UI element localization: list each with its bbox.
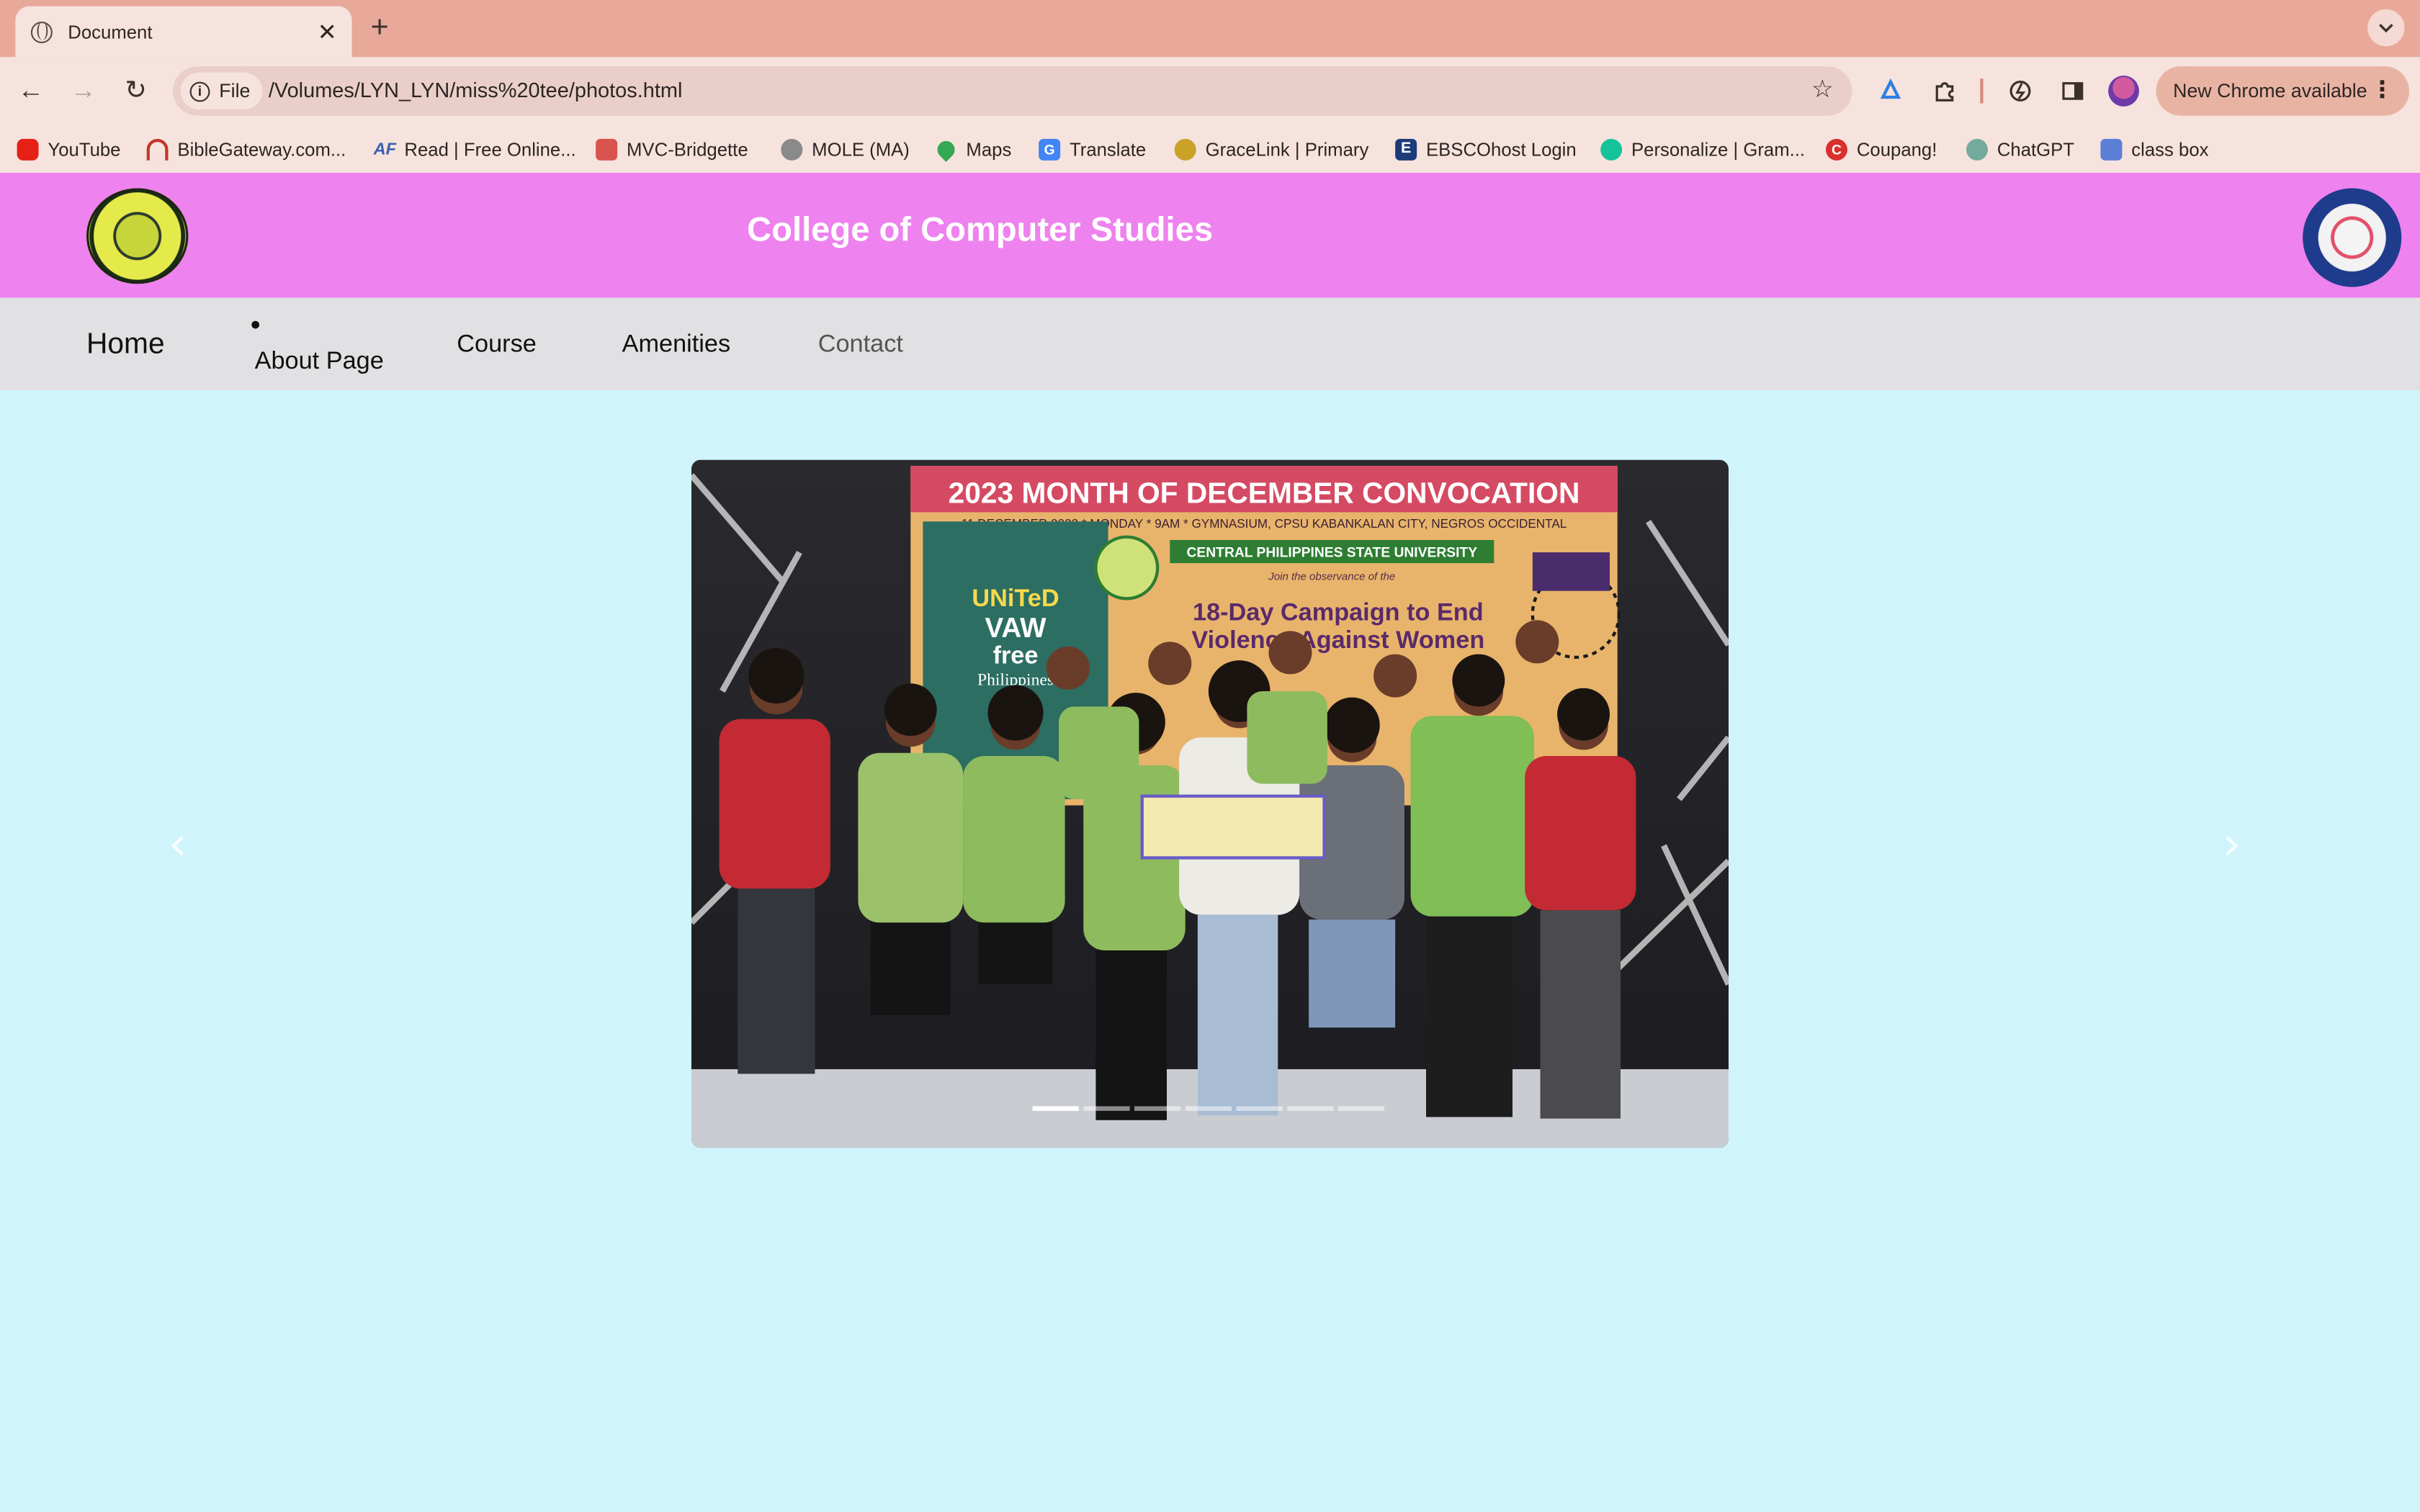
bookmark-label: Personalize | Gram... bbox=[1631, 138, 1806, 160]
bookmark-grammarly[interactable]: Personalize | Gram... bbox=[1600, 136, 1805, 162]
banner-org: CENTRAL PHILIPPINES STATE UNIVERSITY bbox=[1187, 546, 1478, 561]
update-chrome-button[interactable]: New Chrome available ⋮ bbox=[2156, 66, 2409, 116]
carousel-indicator-2[interactable] bbox=[1083, 1106, 1130, 1111]
carousel-indicator-5[interactable] bbox=[1236, 1106, 1283, 1111]
address-bar[interactable]: i File /Volumes/LYN_LYN/miss%20tee/photo… bbox=[173, 66, 1852, 116]
poster-text-3: free bbox=[993, 642, 1039, 669]
bookmark-label: MOLE (MA) bbox=[812, 138, 910, 160]
af-icon: AF bbox=[373, 139, 397, 158]
toolbar-separator bbox=[1980, 78, 1983, 104]
globe-icon bbox=[30, 20, 53, 42]
carousel-indicator-7[interactable] bbox=[1337, 1106, 1385, 1111]
banner-title: 2023 MONTH OF DECEMBER CONVOCATION bbox=[949, 477, 1580, 510]
tab-strip: Document ✕ + bbox=[0, 0, 2420, 58]
ebsco-icon: E bbox=[1395, 138, 1417, 160]
photo-carousel: 2023 MONTH OF DECEMBER CONVOCATION 11 DE… bbox=[691, 459, 1729, 1148]
bookmark-gracelink[interactable]: GraceLink | Primary bbox=[1174, 136, 1369, 162]
reload-button[interactable]: ↻ bbox=[116, 71, 156, 112]
biblegateway-icon bbox=[146, 138, 169, 160]
banner-join: Join the observance of the bbox=[1268, 571, 1395, 583]
back-button[interactable]: ← bbox=[11, 71, 51, 112]
maps-pin-icon bbox=[933, 136, 959, 161]
carousel-indicators bbox=[1032, 1106, 1385, 1111]
bookmark-label: MVC-Bridgette bbox=[627, 138, 748, 160]
tab-close-button[interactable]: ✕ bbox=[315, 18, 339, 45]
bookmark-youtube[interactable]: YouTube bbox=[17, 136, 121, 162]
coupang-icon: C bbox=[1826, 138, 1847, 160]
grammarly-icon bbox=[1600, 138, 1623, 160]
bookmarks-bar: YouTube BibleGateway.com... AF Read | Fr… bbox=[0, 125, 2420, 173]
bookmark-mole[interactable]: MOLE (MA) bbox=[781, 136, 910, 162]
site-header: College of Computer Studies bbox=[0, 173, 2420, 298]
nav-course[interactable]: Course bbox=[457, 332, 537, 360]
nav-about[interactable]: About Page bbox=[255, 348, 384, 377]
bookmark-label: GraceLink | Primary bbox=[1205, 138, 1369, 160]
site-info-chip[interactable]: i File bbox=[180, 72, 263, 110]
carousel-indicator-4[interactable] bbox=[1185, 1106, 1232, 1111]
more-menu-icon[interactable]: ⋮ bbox=[2370, 66, 2393, 116]
bookmark-label: BibleGateway.com... bbox=[177, 138, 346, 160]
nav-home[interactable]: Home bbox=[86, 328, 165, 362]
bookmark-translate[interactable]: G Translate bbox=[1039, 136, 1146, 162]
bookmark-star-icon[interactable]: ☆ bbox=[1811, 66, 1834, 116]
list-bullet bbox=[251, 320, 259, 329]
carousel-slide-image: 2023 MONTH OF DECEMBER CONVOCATION 11 DE… bbox=[691, 459, 1729, 1148]
bookmark-mvc-bridgette[interactable]: MVC-Bridgette bbox=[596, 136, 748, 162]
nav-amenities[interactable]: Amenities bbox=[622, 332, 731, 360]
chatgpt-icon bbox=[1966, 138, 1988, 160]
info-icon: i bbox=[189, 81, 210, 102]
carousel-indicator-3[interactable] bbox=[1134, 1106, 1181, 1111]
carousel-indicator-1[interactable] bbox=[1032, 1106, 1079, 1111]
site-title: College of Computer Studies bbox=[747, 210, 1214, 248]
url-text[interactable]: /Volumes/LYN_LYN/miss%20tee/photos.html bbox=[269, 66, 683, 116]
poster-text-1: UNiTeD bbox=[972, 585, 1059, 612]
forward-button[interactable]: → bbox=[63, 71, 104, 112]
bookmark-label: class box bbox=[2131, 138, 2209, 160]
bookmark-label: YouTube bbox=[48, 138, 121, 160]
classbox-icon bbox=[2100, 138, 2123, 160]
bookmark-label: Translate bbox=[1070, 138, 1147, 160]
mole-icon bbox=[781, 138, 803, 160]
bookmark-label: EBSCOhost Login bbox=[1425, 138, 1577, 160]
translate-icon: G bbox=[1039, 138, 1061, 160]
chevron-down-icon[interactable] bbox=[2367, 9, 2405, 47]
bookmark-coupang[interactable]: C Coupang! bbox=[1826, 136, 1937, 162]
poster-text-2: VAW bbox=[985, 613, 1047, 644]
carousel-next-icon[interactable]: › bbox=[2223, 818, 2241, 872]
gracelink-icon bbox=[1174, 138, 1196, 160]
profile-avatar[interactable] bbox=[2108, 76, 2139, 107]
bookmark-label: Read | Free Online... bbox=[404, 138, 576, 160]
extensions-puzzle-icon[interactable] bbox=[1930, 76, 1960, 107]
banner-campaign-line-1: 18-Day Campaign to End bbox=[1193, 598, 1484, 626]
nav-contact[interactable]: Contact bbox=[818, 332, 903, 360]
carousel-indicator-6[interactable] bbox=[1287, 1106, 1334, 1111]
mvc-icon bbox=[596, 138, 618, 160]
update-chrome-label: New Chrome available bbox=[2173, 80, 2367, 102]
tab-title: Document bbox=[68, 20, 153, 42]
bookmark-class-box[interactable]: class box bbox=[2100, 136, 2208, 162]
site-navigation: Home About Page Course Amenities Contact bbox=[0, 297, 2420, 391]
bookmark-maps[interactable]: Maps bbox=[933, 136, 1012, 162]
side-panel-icon[interactable] bbox=[2057, 76, 2088, 107]
new-tab-button[interactable]: + bbox=[364, 11, 395, 45]
university-seal-logo bbox=[86, 188, 189, 284]
bookmark-read-free-online[interactable]: AF Read | Free Online... bbox=[374, 136, 576, 162]
bookmark-label: Maps bbox=[966, 138, 1012, 160]
carousel-prev-icon[interactable]: ‹ bbox=[169, 818, 187, 872]
performance-icon[interactable] bbox=[2005, 76, 2036, 107]
bookmark-chatgpt[interactable]: ChatGPT bbox=[1966, 136, 2074, 162]
bookmark-label: Coupang! bbox=[1856, 138, 1937, 160]
site-chip-label: File bbox=[219, 80, 251, 102]
youtube-icon bbox=[17, 138, 39, 160]
banner-campaign-line-2: Violence Against Women bbox=[1191, 626, 1484, 654]
bookmark-biblegateway[interactable]: BibleGateway.com... bbox=[146, 136, 346, 162]
bookmark-ebscohost[interactable]: E EBSCOhost Login bbox=[1395, 136, 1577, 162]
college-logo bbox=[2303, 188, 2402, 287]
extension-blue-icon[interactable] bbox=[1876, 76, 1906, 107]
tab-document[interactable]: Document ✕ bbox=[15, 6, 352, 58]
browser-toolbar: ← → ↻ i File /Volumes/LYN_LYN/miss%20tee… bbox=[0, 57, 2420, 125]
bookmark-label: ChatGPT bbox=[1996, 138, 2075, 160]
